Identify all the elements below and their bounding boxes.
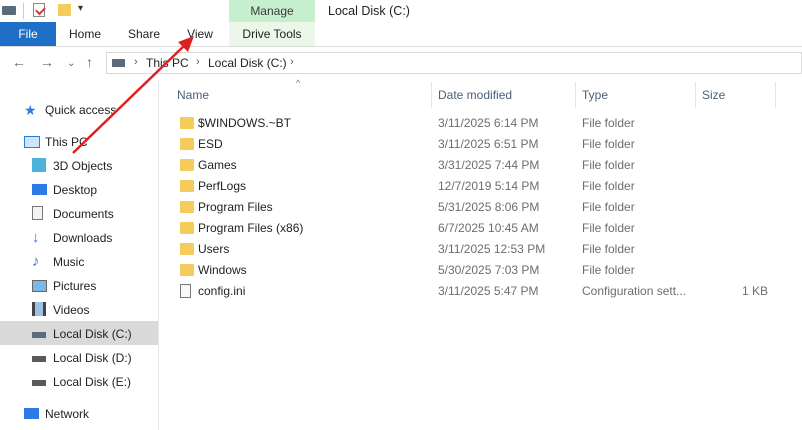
annotation-arrow-icon	[72, 36, 194, 154]
